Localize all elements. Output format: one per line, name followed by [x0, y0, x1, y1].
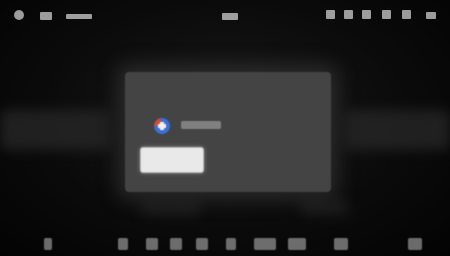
car-display-screen: [0, 0, 450, 256]
background-card-bottom-left: [140, 200, 200, 216]
back-icon[interactable]: [44, 238, 52, 250]
sound-icon: [382, 10, 391, 22]
navigation-icon[interactable]: [196, 238, 208, 250]
notifications-icon[interactable]: [334, 238, 348, 250]
third-button[interactable]: [271, 152, 317, 166]
account-name: [181, 121, 221, 129]
status-bar: [0, 0, 450, 34]
status-text: [66, 10, 92, 22]
second-button[interactable]: [213, 152, 259, 166]
background-panel-right: [345, 110, 450, 150]
voice-icon[interactable]: [288, 238, 306, 250]
settings-icon[interactable]: [14, 10, 24, 22]
home-icon[interactable]: [118, 238, 128, 250]
notification-icon[interactable]: [362, 10, 371, 22]
signal-icon: [40, 10, 52, 22]
music-icon[interactable]: [254, 238, 276, 250]
media-icon[interactable]: [170, 238, 182, 250]
clock-text: [222, 10, 238, 22]
google-account-icon: [154, 118, 170, 134]
primary-button[interactable]: [140, 147, 204, 173]
menu-icon[interactable]: [408, 238, 422, 250]
account-row[interactable]: [151, 116, 311, 136]
bottom-nav-bar: [0, 232, 450, 256]
background-card-bottom-right: [300, 200, 350, 216]
apps-icon[interactable]: [146, 238, 158, 250]
phone-icon[interactable]: [226, 238, 236, 250]
sign-in-dialog: [125, 72, 331, 192]
bluetooth-icon: [344, 10, 353, 22]
wifi-icon: [326, 10, 335, 22]
signal-strength-icon: [402, 10, 411, 22]
background-panel-left: [0, 110, 110, 150]
battery-icon: [426, 10, 436, 22]
